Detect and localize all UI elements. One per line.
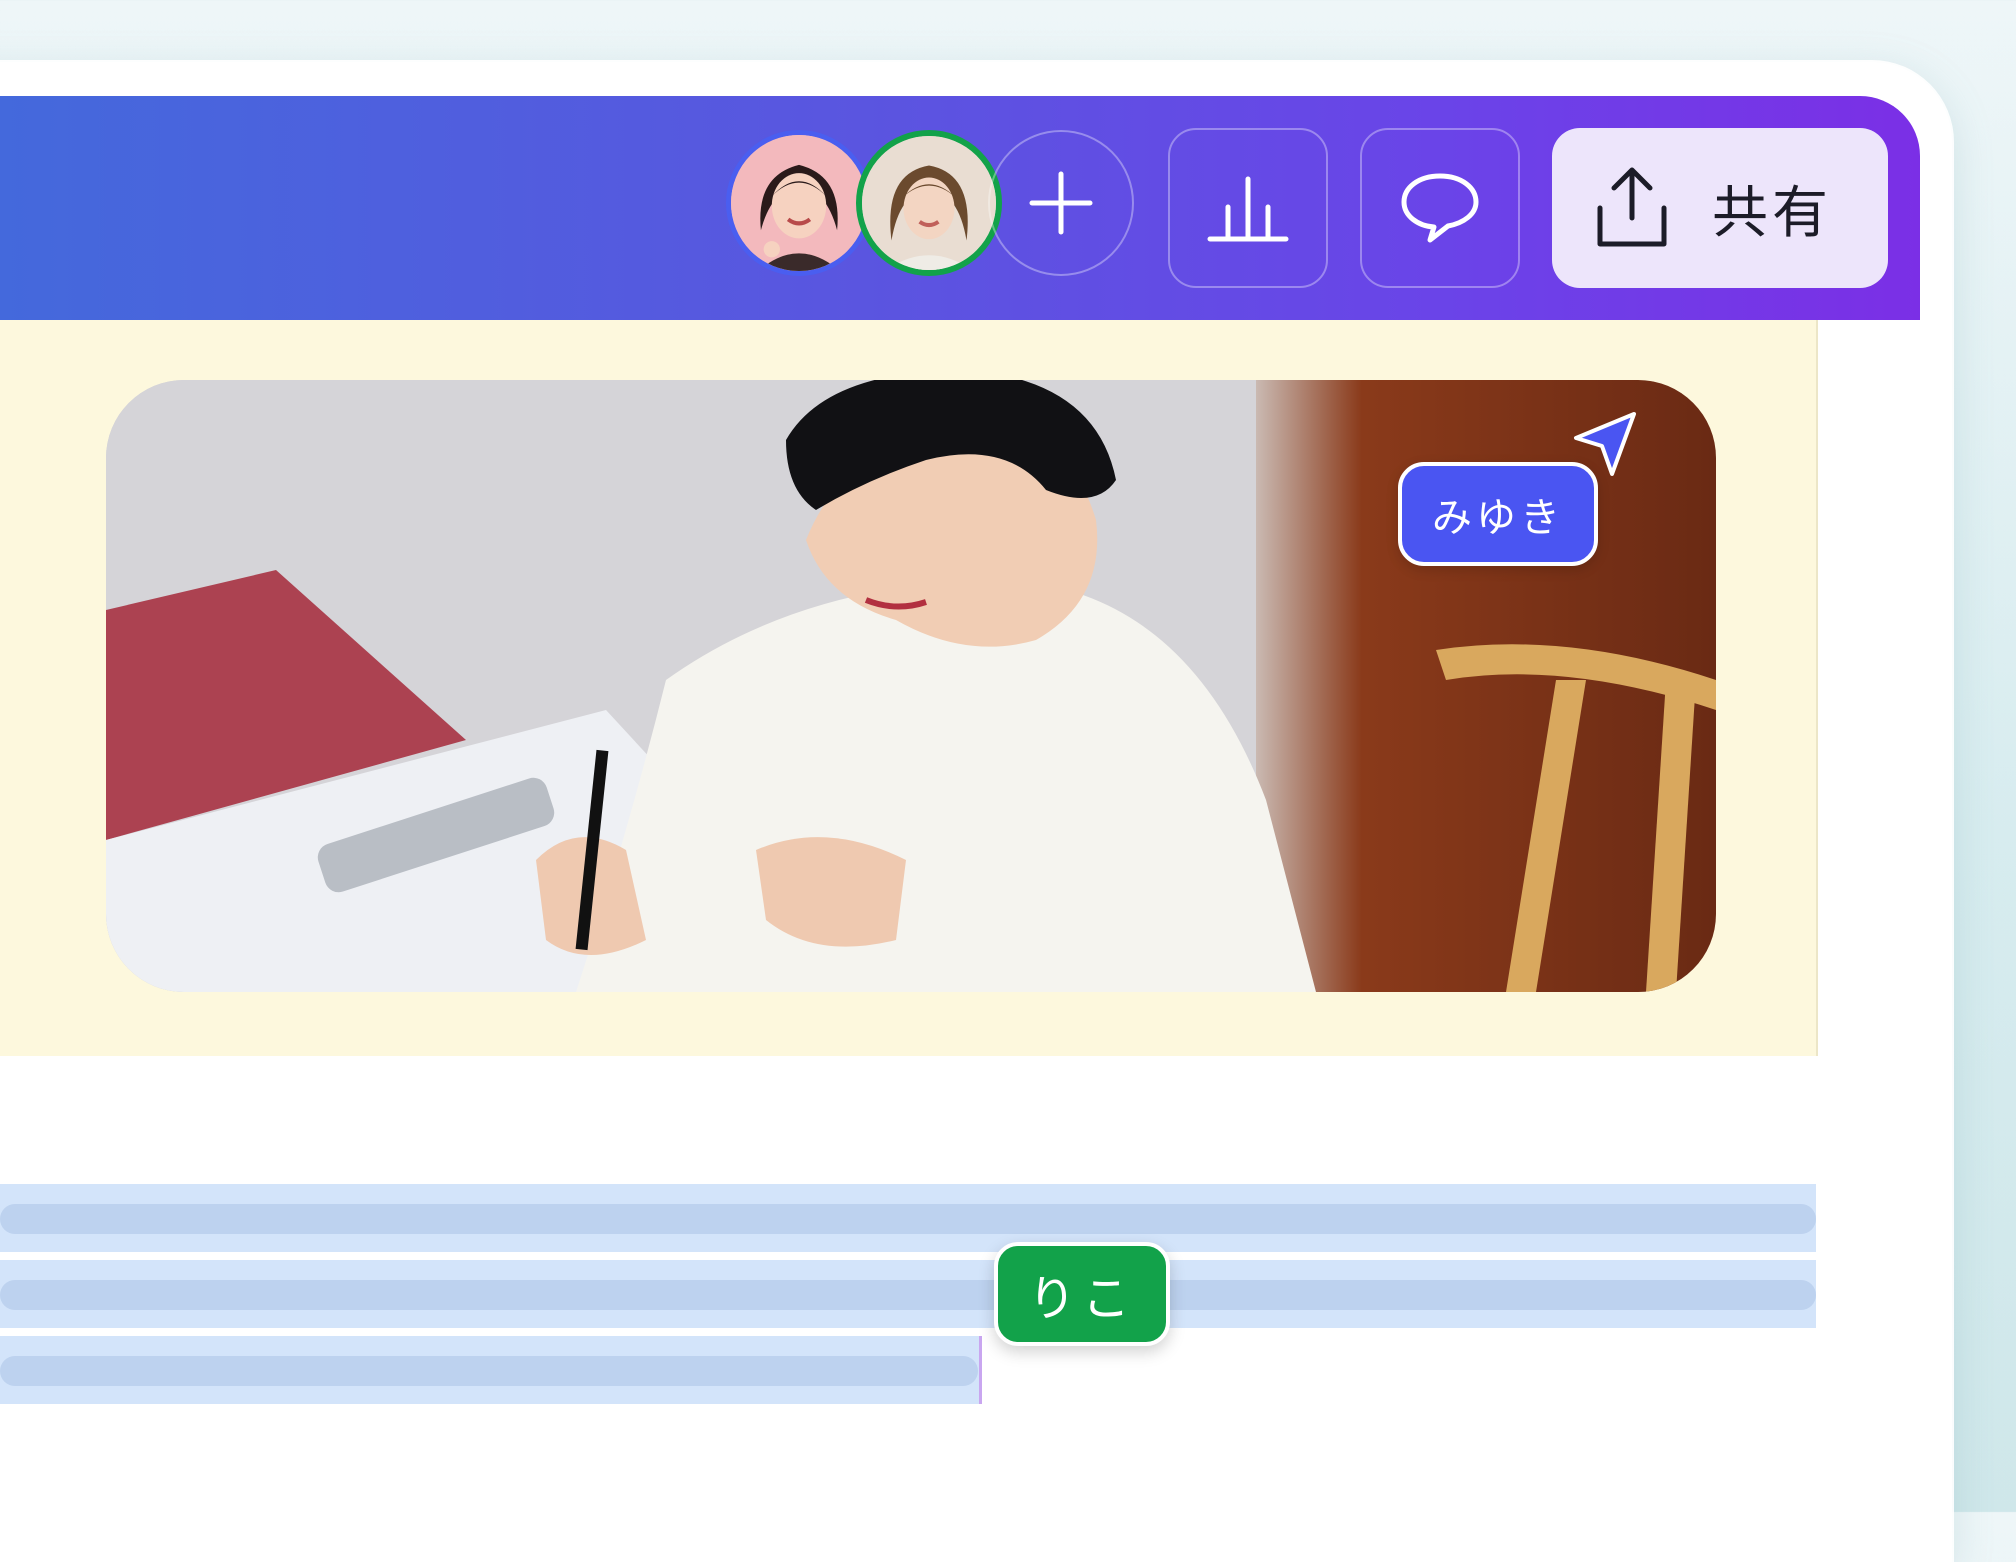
plus-icon [1029,171,1093,235]
selected-text-line[interactable] [0,1260,1816,1328]
collaborator-avatar[interactable] [856,130,1002,276]
bar-chart-icon [1207,176,1289,242]
upload-icon [1597,167,1667,247]
person-portrait-icon [731,135,867,271]
selected-text-line[interactable] [0,1336,982,1404]
selected-text-line[interactable] [0,1184,1816,1252]
speech-bubble-icon [1401,173,1479,243]
text-placeholder-bar [0,1204,1816,1234]
cursor-label-miyuki: みゆき [1398,462,1598,566]
comment-button[interactable] [1360,128,1520,288]
share-button[interactable]: 共有 [1552,128,1888,288]
add-collaborator-button[interactable] [988,130,1134,276]
cursor-label-riko: りこ [994,1242,1171,1346]
text-placeholder-bar [0,1356,978,1386]
share-label: 共有 [1712,180,1832,246]
analytics-button[interactable] [1168,128,1328,288]
person-portrait-icon [862,136,996,270]
collaborator-avatar[interactable] [726,130,872,276]
text-placeholder-bar [0,1280,1816,1310]
